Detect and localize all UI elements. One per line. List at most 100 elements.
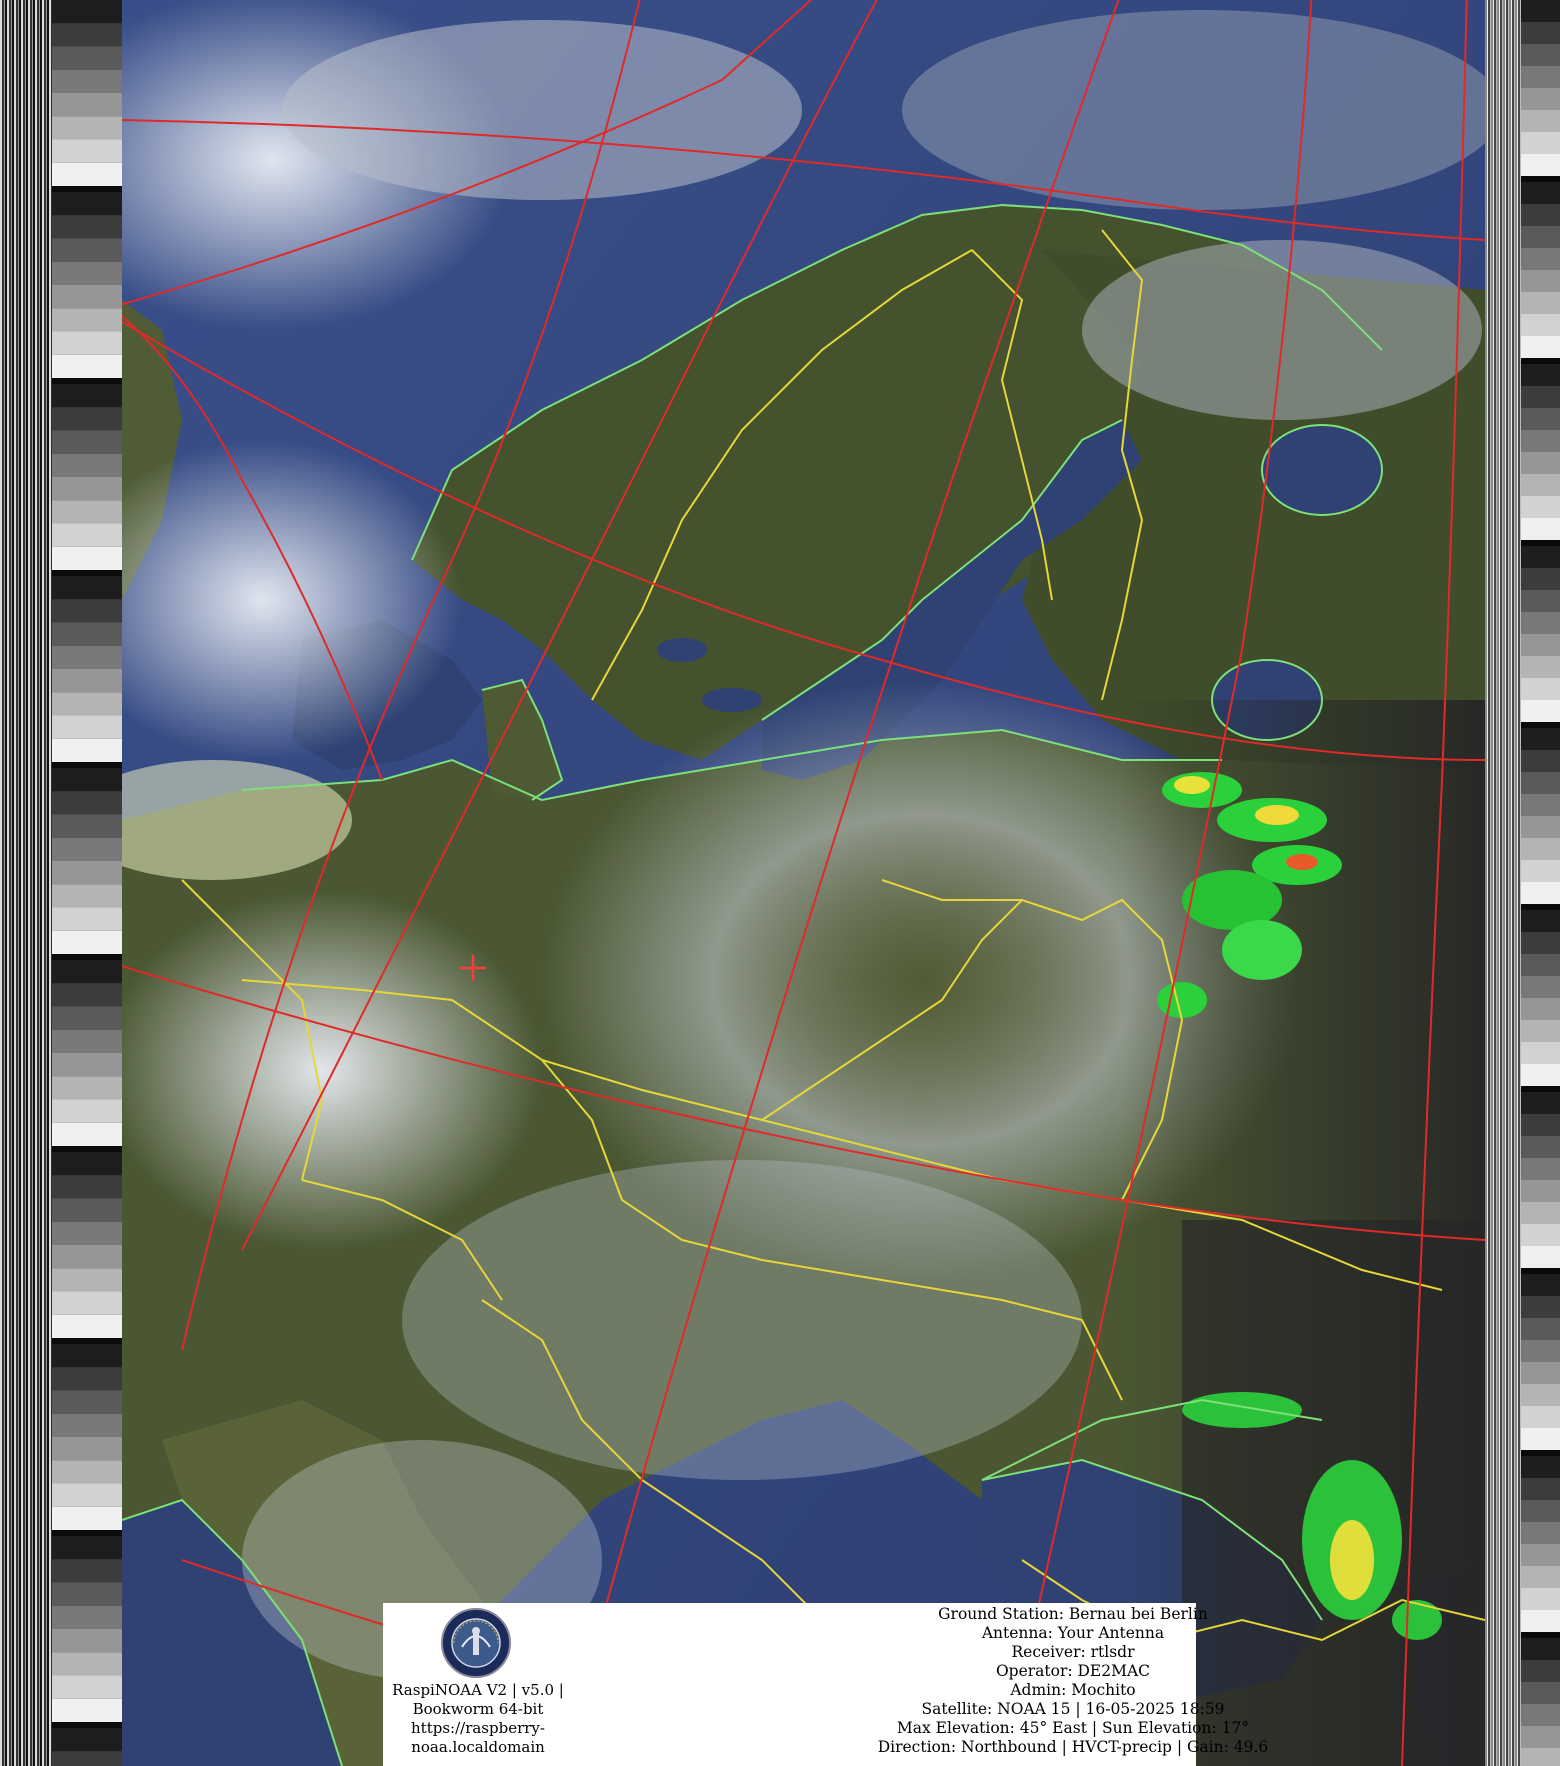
telemetry-wedge-step xyxy=(1521,1456,1560,1478)
telemetry-wedge-step xyxy=(1521,932,1560,954)
elevation-text: Max Elevation: 45° East | Sun Elevation:… xyxy=(896,1719,1250,1737)
telemetry-wedge-step xyxy=(52,23,122,47)
telemetry-separator xyxy=(1521,904,1560,910)
telemetry-wedge-step xyxy=(1521,0,1560,22)
telemetry-wedge-step xyxy=(1521,1638,1560,1660)
receiver-text: Receiver: rtlsdr xyxy=(1011,1643,1135,1661)
telemetry-separator xyxy=(52,378,122,384)
software-version: RaspiNOAA V2 | v5.0 | xyxy=(392,1681,564,1699)
telemetry-wedge-step xyxy=(1521,1180,1560,1202)
telemetry-wedge-step xyxy=(1521,678,1560,700)
telemetry-wedge-step xyxy=(1521,656,1560,678)
telemetry-wedge-step xyxy=(52,354,122,378)
telemetry-wedge-step xyxy=(52,93,122,117)
telemetry-wedge-step xyxy=(1521,1478,1560,1500)
telemetry-wedge-step xyxy=(1521,838,1560,860)
telemetry-wedge-step xyxy=(52,1344,122,1368)
telemetry-wedge-step xyxy=(1521,132,1560,154)
telemetry-wedge-step xyxy=(52,930,122,954)
telemetry-wedge-step xyxy=(1521,612,1560,634)
telemetry-wedge-step xyxy=(1521,546,1560,568)
telemetry-wedge-step xyxy=(52,1582,122,1606)
telemetry-wedge-step xyxy=(52,599,122,623)
telemetry-separator xyxy=(52,186,122,192)
telemetry-wedge-step xyxy=(1521,1064,1560,1086)
telemetry-wedge-step xyxy=(1521,204,1560,226)
pass-details: Ground Station: Bernau bei Berlin Antenn… xyxy=(793,1605,1353,1757)
telemetry-wedge-step xyxy=(1521,248,1560,270)
right-telemetry-wedges xyxy=(1521,0,1560,1766)
telemetry-wedge-step xyxy=(52,1629,122,1653)
telemetry-wedge-step xyxy=(52,814,122,838)
telemetry-wedge-step xyxy=(52,884,122,908)
telemetry-wedge-step xyxy=(52,1053,122,1077)
telemetry-wedge-step xyxy=(1521,292,1560,314)
telemetry-wedge-step xyxy=(1521,88,1560,110)
telemetry-wedge-step xyxy=(52,837,122,861)
telemetry-wedge-step xyxy=(1521,1224,1560,1246)
telemetry-wedge-step xyxy=(1521,496,1560,518)
software-info: RaspiNOAA V2 | v5.0 | Bookworm 64-bit ht… xyxy=(383,1681,573,1757)
satellite-map xyxy=(122,0,1485,1766)
os-version: Bookworm 64-bit xyxy=(412,1700,544,1718)
telemetry-wedge-step xyxy=(52,285,122,309)
telemetry-wedge-step xyxy=(1521,408,1560,430)
telemetry-wedge-step xyxy=(52,477,122,501)
telemetry-wedge-step xyxy=(1521,728,1560,750)
ground-station-text: Ground Station: Bernau bei Berlin xyxy=(938,1605,1208,1623)
telemetry-wedge-step xyxy=(52,1460,122,1484)
telemetry-wedge-step xyxy=(52,523,122,547)
telemetry-wedge-step xyxy=(52,1605,122,1629)
telemetry-separator xyxy=(52,1146,122,1152)
telemetry-separator xyxy=(52,1338,122,1344)
telemetry-wedge-step xyxy=(1521,700,1560,722)
telemetry-wedge-step xyxy=(1521,1748,1560,1766)
telemetry-wedge-step xyxy=(1521,270,1560,292)
telemetry-separator xyxy=(52,570,122,576)
telemetry-wedge-step xyxy=(52,1390,122,1414)
telemetry-separator xyxy=(1521,540,1560,546)
telemetry-separator xyxy=(52,762,122,768)
telemetry-wedge-step xyxy=(52,1006,122,1030)
telemetry-wedge-step xyxy=(1521,1588,1560,1610)
telemetry-wedge-step xyxy=(52,622,122,646)
telemetry-separator xyxy=(1521,358,1560,364)
telemetry-wedge-step xyxy=(1521,1274,1560,1296)
telemetry-wedge-step xyxy=(52,1245,122,1269)
telemetry-wedge-step xyxy=(52,1536,122,1560)
telemetry-wedge-step xyxy=(1521,1246,1560,1268)
telemetry-wedge-step xyxy=(1521,882,1560,904)
telemetry-wedge-step xyxy=(52,331,122,355)
telemetry-wedge-step xyxy=(1521,1114,1560,1136)
telemetry-wedge-step xyxy=(52,0,122,24)
satellite-text: Satellite: NOAA 15 | 16-05-2025 18:59 xyxy=(921,1700,1225,1718)
telemetry-wedge-step xyxy=(1521,364,1560,386)
telemetry-wedge-step xyxy=(1521,816,1560,838)
telemetry-wedge-step xyxy=(52,500,122,524)
telemetry-wedge-step xyxy=(1521,386,1560,408)
telemetry-separator xyxy=(52,1722,122,1728)
telemetry-wedge-step xyxy=(52,1559,122,1583)
telemetry-wedge-step xyxy=(52,407,122,431)
telemetry-wedge-step xyxy=(1521,1682,1560,1704)
telemetry-wedge-step xyxy=(1521,1136,1560,1158)
telemetry-wedge-step xyxy=(52,1291,122,1315)
telemetry-wedge-step xyxy=(52,1314,122,1338)
telemetry-separator xyxy=(1521,176,1560,182)
telemetry-wedge-step xyxy=(1521,1610,1560,1632)
telemetry-wedge-step xyxy=(1521,22,1560,44)
telemetry-wedge-step xyxy=(52,384,122,408)
telemetry-wedge-step xyxy=(1521,336,1560,358)
telemetry-wedge-step xyxy=(52,645,122,669)
telemetry-wedge-step xyxy=(52,715,122,739)
telemetry-wedge-step xyxy=(52,192,122,216)
telemetry-wedge-step xyxy=(1521,590,1560,612)
website-url-part1: https://raspberry- xyxy=(411,1719,545,1737)
telemetry-separator xyxy=(1521,1268,1560,1274)
telemetry-wedge-step xyxy=(52,861,122,885)
telemetry-wedge-step xyxy=(1521,1202,1560,1224)
telemetry-wedge-step xyxy=(52,960,122,984)
antenna-text: Antenna: Your Antenna xyxy=(981,1624,1165,1642)
telemetry-wedge-step xyxy=(52,576,122,600)
telemetry-wedge-step xyxy=(1521,1296,1560,1318)
